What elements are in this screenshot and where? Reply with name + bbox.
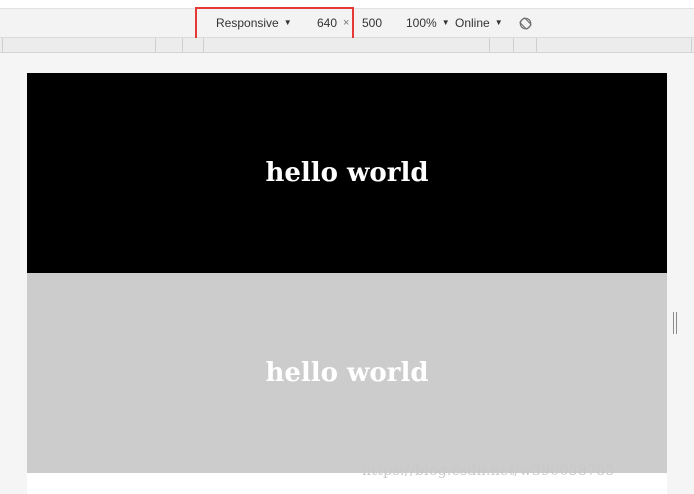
height-input[interactable] — [362, 14, 396, 32]
media-query-tick — [691, 38, 692, 52]
rotate-icon[interactable] — [519, 17, 532, 30]
black-box-text: hello world — [265, 158, 429, 188]
media-query-tick — [203, 38, 204, 52]
black-box: hello world — [27, 73, 667, 273]
throttle-select[interactable]: Online ▼ — [455, 9, 503, 37]
device-select-label: Responsive — [216, 16, 279, 30]
resize-grip-line — [673, 312, 674, 334]
media-query-tick — [182, 38, 183, 52]
zoom-select-label: 100% — [406, 16, 437, 30]
zoom-select[interactable]: 100% ▼ — [406, 9, 450, 37]
resize-handle[interactable] — [673, 312, 679, 334]
dimension-times-icon: × — [343, 17, 350, 29]
media-query-tick — [155, 38, 156, 52]
media-query-tick — [513, 38, 514, 52]
gray-box: hello world — [27, 273, 667, 473]
throttle-caret-icon: ▼ — [494, 18, 503, 27]
media-query-tick — [536, 38, 537, 52]
device-toolbar: Responsive ▼ × 100% ▼ Online ▼ — [0, 9, 694, 38]
page-top-strip — [0, 0, 694, 9]
zoom-caret-icon: ▼ — [441, 18, 450, 27]
gray-box-text: hello world — [265, 358, 429, 388]
width-input[interactable] — [303, 14, 337, 32]
device-select[interactable]: Responsive ▼ — [216, 9, 292, 37]
media-query-tick — [489, 38, 490, 52]
media-query-tick — [2, 38, 3, 52]
device-viewport: hello world hello world — [27, 73, 667, 494]
resize-grip-line — [676, 312, 677, 334]
media-query-bar[interactable] — [0, 38, 694, 53]
viewport-area: hello world hello world — [0, 53, 694, 494]
throttle-select-label: Online — [455, 16, 490, 30]
device-caret-icon: ▼ — [283, 18, 292, 27]
